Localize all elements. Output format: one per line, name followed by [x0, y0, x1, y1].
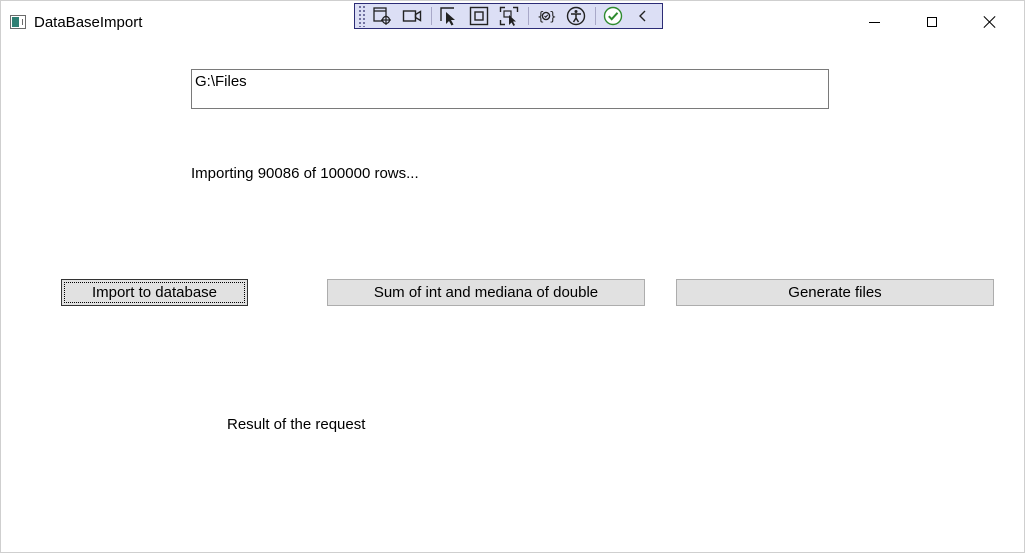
window-title: DataBaseImport	[34, 14, 143, 31]
close-button[interactable]	[961, 1, 1019, 43]
generate-files-button[interactable]: Generate files	[676, 279, 994, 306]
close-icon	[983, 15, 997, 29]
toolbar-grip[interactable]	[358, 5, 366, 27]
sum-median-button[interactable]: Sum of int and mediana of double	[327, 279, 645, 306]
debug-toolbar: {}	[354, 3, 663, 29]
accessibility-icon[interactable]	[565, 5, 587, 27]
maximize-icon	[927, 17, 937, 27]
maximize-button[interactable]	[903, 1, 961, 43]
minimize-icon	[868, 21, 880, 23]
toolbar-separator	[528, 7, 530, 25]
svg-text:{: {	[537, 10, 545, 24]
minimize-button[interactable]	[845, 1, 903, 43]
display-layout-adorners-icon[interactable]	[468, 5, 490, 27]
track-focused-element-icon[interactable]	[498, 5, 520, 27]
record-icon[interactable]	[401, 5, 423, 27]
import-status-text: Importing 90086 of 100000 rows...	[191, 165, 419, 182]
collapse-icon[interactable]	[632, 5, 654, 27]
path-input[interactable]	[191, 69, 829, 109]
toolbar-separator	[431, 7, 433, 25]
toolbar-separator	[595, 7, 596, 25]
result-text: Result of the request	[227, 416, 366, 433]
app-icon	[10, 15, 26, 29]
binding-failures-icon[interactable]: {}	[535, 5, 557, 27]
select-element-icon[interactable]	[371, 5, 393, 27]
main-window: DataBaseImport {} G:\Files Importing 900…	[0, 0, 1025, 553]
check-icon[interactable]	[602, 5, 624, 27]
import-to-database-button[interactable]: Import to database	[61, 279, 248, 306]
selection-pointer-icon[interactable]	[438, 5, 460, 27]
